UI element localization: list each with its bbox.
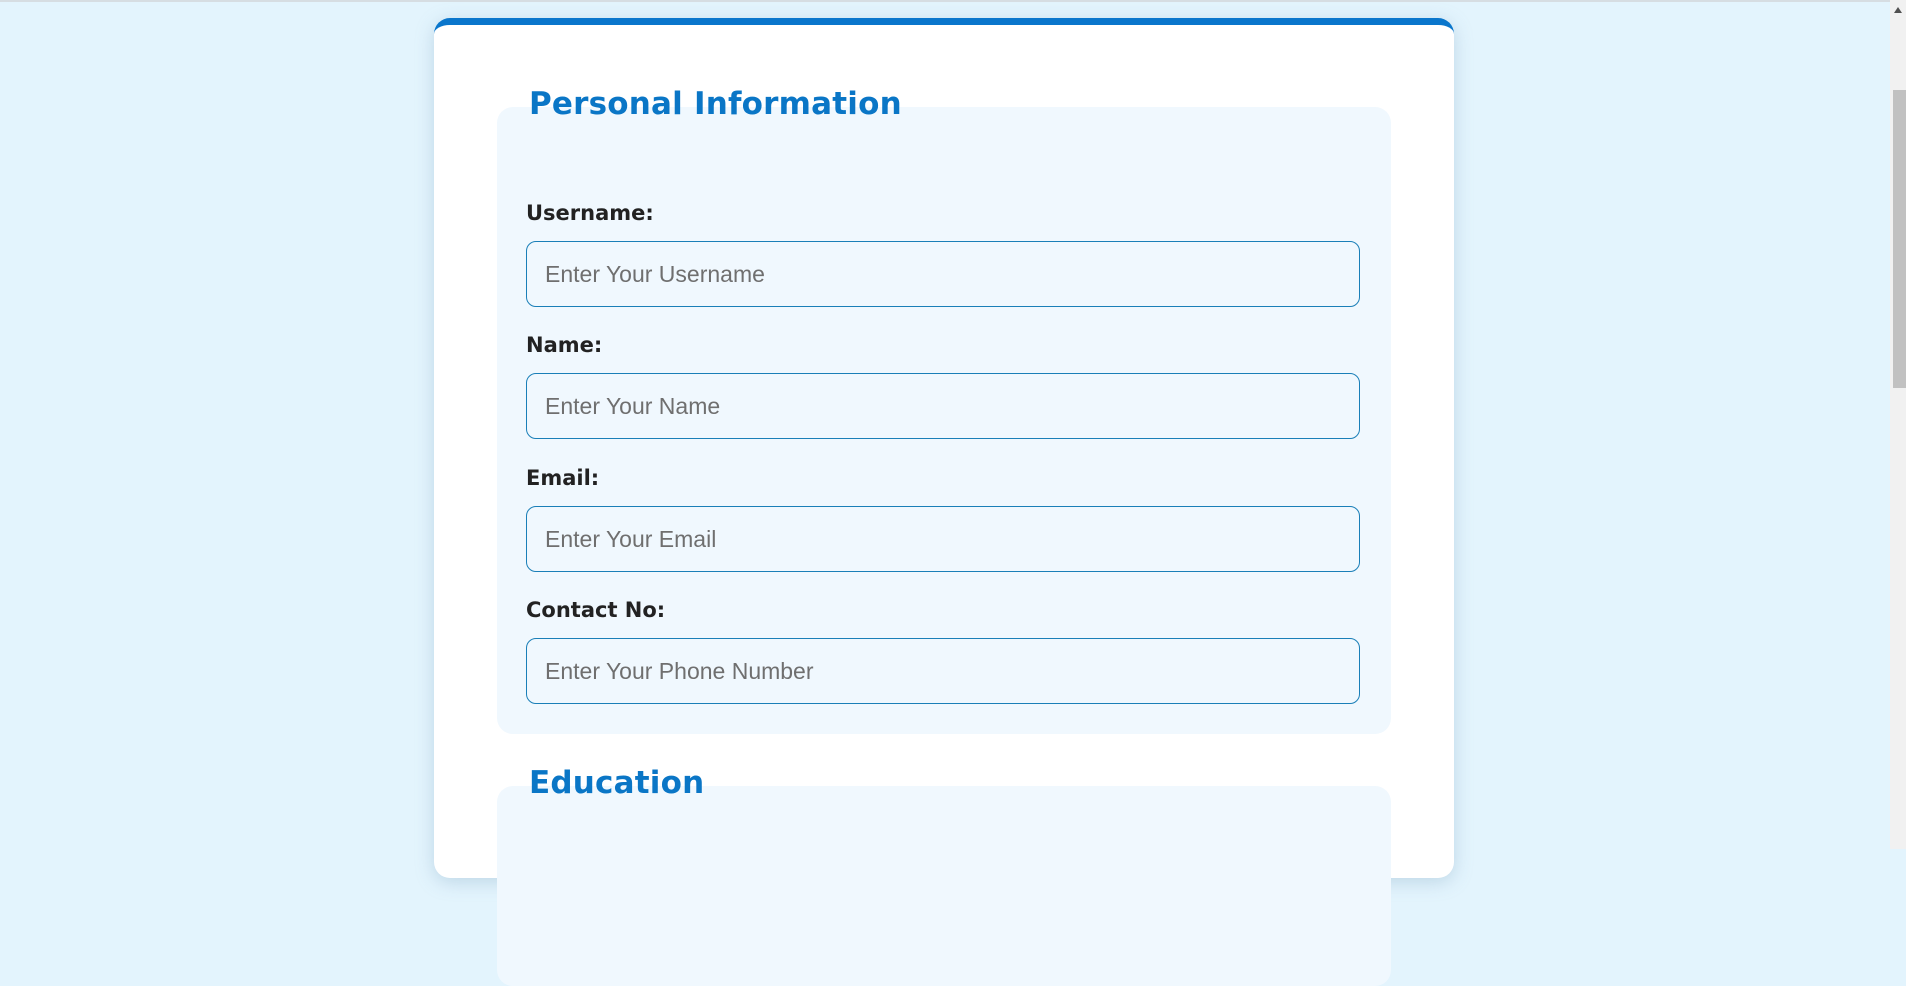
education-section: Education [497, 765, 1391, 986]
email-label: Email: [526, 466, 600, 490]
form-card: Personal Information Username: Name: Ema… [434, 18, 1454, 986]
personal-information-title: Personal Information [529, 86, 902, 122]
name-label: Name: [526, 333, 603, 357]
email-input[interactable] [526, 506, 1360, 572]
contact-no-input[interactable] [526, 638, 1360, 704]
username-label: Username: [526, 201, 654, 225]
name-input[interactable] [526, 373, 1360, 439]
username-input[interactable] [526, 241, 1360, 307]
personal-information-section: Personal Information Username: Name: Ema… [497, 86, 1391, 734]
contact-no-label: Contact No: [526, 598, 666, 622]
browser-top-border [0, 0, 1906, 2]
scrollbar-thumb[interactable] [1893, 90, 1906, 388]
scroll-up-arrow-icon[interactable] [1894, 7, 1902, 13]
education-title: Education [529, 765, 705, 801]
